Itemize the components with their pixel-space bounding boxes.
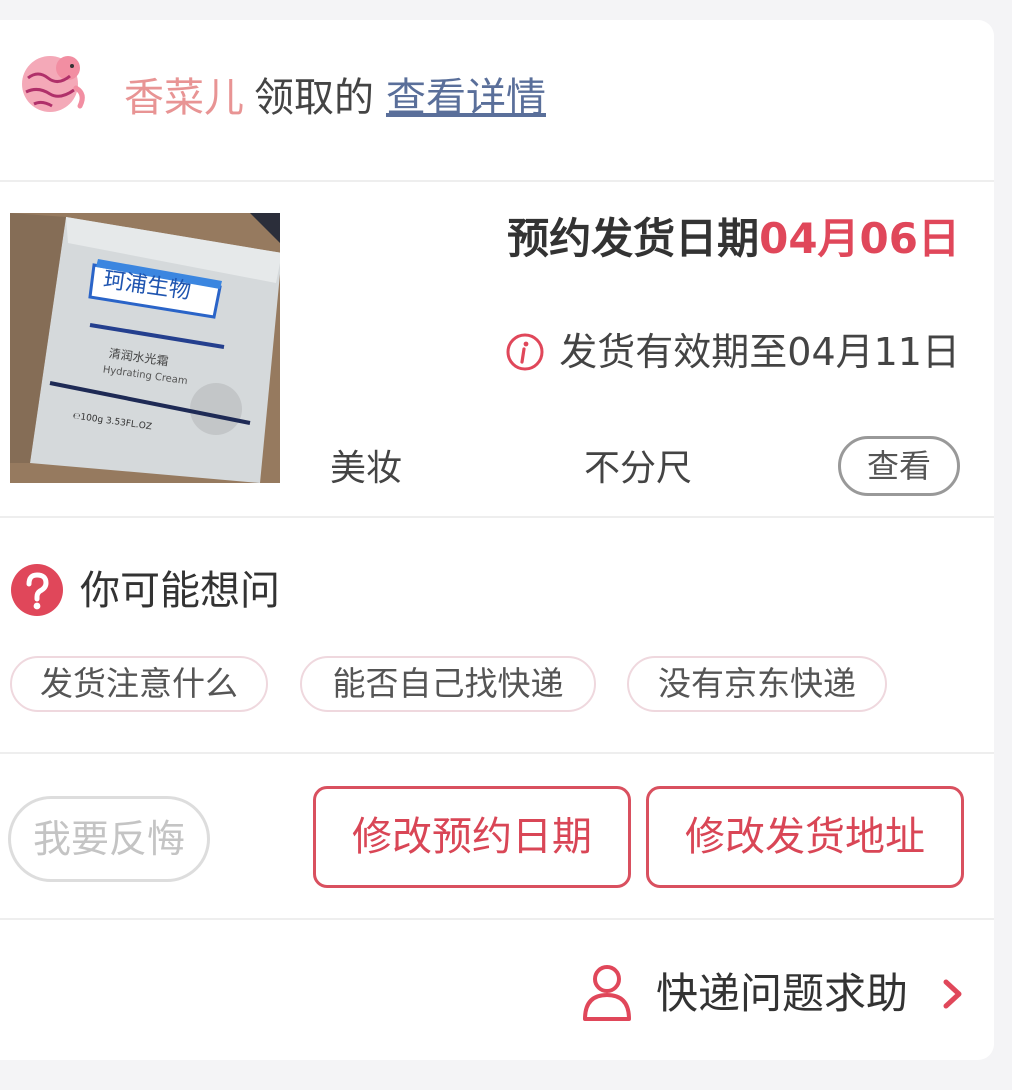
faq-chip[interactable]: 没有京东快递 [627,656,887,712]
faq-chip[interactable]: 能否自己找快递 [300,656,596,712]
view-button[interactable]: 查看 [838,436,960,496]
regret-button[interactable]: 我要反悔 [8,796,210,882]
view-details-link[interactable]: 查看详情 [386,75,546,121]
divider [0,180,994,182]
product-category: 美妆 [330,448,403,489]
product-size: 不分尺 [584,448,693,489]
avatar-icon[interactable] [14,48,92,118]
scheduled-ship-date: 预约发货日期04月06日 [507,214,960,264]
validity-text: 发货有效期至04月11日 [559,330,960,374]
chevron-right-icon[interactable] [940,976,966,1012]
change-address-button[interactable]: 修改发货地址 [646,786,964,888]
divider [0,752,994,754]
change-date-button[interactable]: 修改预约日期 [313,786,631,888]
receipt-header: 香菜儿 领取的 查看详情 [124,74,546,122]
info-circle-icon [506,333,544,371]
shipping-help-link[interactable]: 快递问题求助 [656,968,908,1020]
action-text: 领取的 [254,75,374,121]
ship-date-value: 04月06日 [759,214,960,263]
divider [0,516,994,518]
divider [0,918,994,920]
order-card [0,20,994,1060]
question-circle-icon [11,564,63,616]
product-image[interactable]: 珂浦生物 清润水光霜 Hydrating Cream ℮100g 3.53FL.… [10,213,280,483]
faq-chip[interactable]: 发货注意什么 [10,656,268,712]
user-name[interactable]: 香菜儿 [124,75,244,121]
person-icon[interactable] [580,962,634,1022]
faq-title: 你可能想问 [80,568,280,614]
ship-date-label: 预约发货日期 [507,214,760,263]
shipping-validity: 发货有效期至04月11日 [505,328,960,376]
